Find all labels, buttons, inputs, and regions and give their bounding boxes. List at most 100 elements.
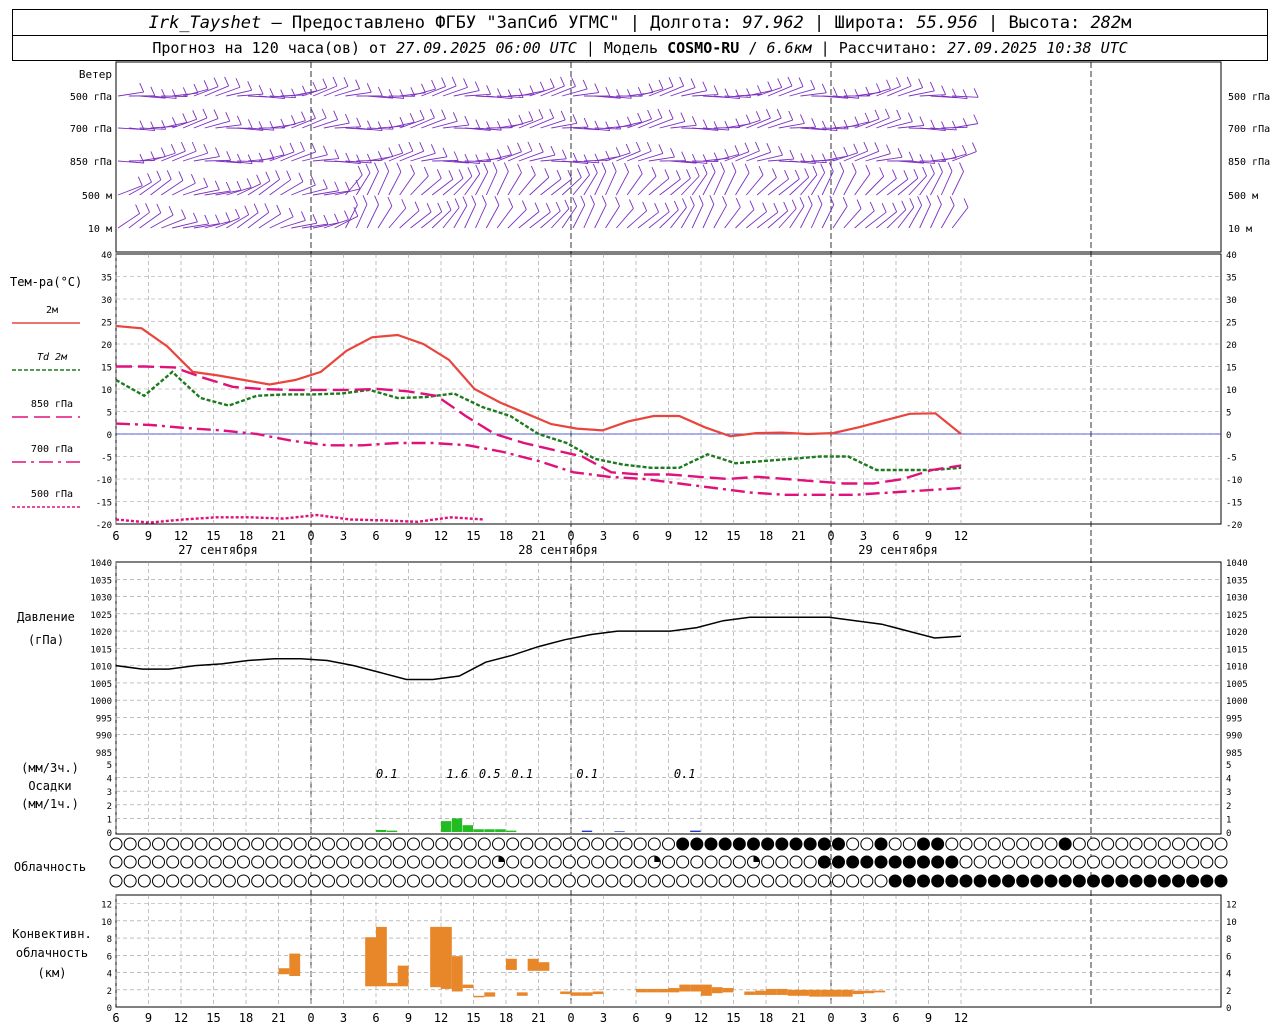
cloud-symbol xyxy=(1044,874,1058,888)
hour-tick-label: 9 xyxy=(665,529,672,543)
convective-bar xyxy=(462,984,474,989)
cloud-symbol-circle xyxy=(789,874,803,888)
cloud-symbol xyxy=(407,874,420,888)
convective-bar xyxy=(776,988,788,995)
wind-barb-flag xyxy=(749,200,755,210)
cloud-symbol-circle xyxy=(662,855,675,869)
wind-barb-flag xyxy=(930,154,936,164)
cloud-symbol xyxy=(1129,855,1143,869)
cloud-symbol-circle xyxy=(449,874,463,888)
cloud-symbol xyxy=(562,855,576,869)
pressure-tick-left: 990 xyxy=(96,732,112,742)
wind-barb xyxy=(172,221,198,229)
hour-tick-label-bottom: 12 xyxy=(954,1011,968,1024)
wind-barb-flag xyxy=(637,164,643,174)
convective-bar xyxy=(289,953,301,976)
cloud-symbol xyxy=(123,874,137,888)
hour-tick-label: 0 xyxy=(567,529,574,543)
cloud-symbol xyxy=(279,837,293,851)
cloud-symbol-circle xyxy=(1200,837,1214,851)
convective-bar xyxy=(516,992,528,996)
wind-barb-flag xyxy=(560,76,565,87)
hour-tick-label-bottom: 3 xyxy=(340,1011,347,1024)
wind-barb-flag xyxy=(441,77,446,87)
wind-barb-flag xyxy=(722,196,727,206)
precip-tick-right: 2 xyxy=(1226,802,1231,812)
cloud-symbol-circle xyxy=(279,855,293,869)
cloud-symbol xyxy=(421,874,435,888)
wind-barb xyxy=(778,86,804,97)
wind-barb-flag xyxy=(430,108,435,119)
hour-tick-label: 21 xyxy=(791,529,805,543)
cloud-symbol xyxy=(817,855,831,869)
wind-barb-flag xyxy=(150,121,156,131)
hour-tick-label-bottom: 18 xyxy=(759,1011,773,1024)
pressure-tick-right: 1005 xyxy=(1226,680,1248,690)
cloud-symbol xyxy=(902,855,916,869)
cloud-symbol-circle xyxy=(577,874,590,888)
temp-tick-left: 40 xyxy=(101,251,112,261)
hour-tick-label-bottom: 6 xyxy=(892,1011,899,1024)
wind-barb-flag xyxy=(409,113,415,123)
wind-barb-flag xyxy=(481,195,487,205)
cloud-symbol-circle xyxy=(704,874,718,888)
wind-barb-flag xyxy=(494,196,500,206)
cloud-symbol-circle xyxy=(931,855,945,869)
wind-barb-flag xyxy=(689,196,695,206)
cloud-symbol xyxy=(477,837,491,851)
wind-barb xyxy=(399,210,420,229)
wind-barb-flag xyxy=(601,195,607,205)
cloud-symbol-circle xyxy=(1143,855,1157,869)
cloud-symbol xyxy=(279,855,293,869)
hour-tick-label: 3 xyxy=(860,529,867,543)
wind-barb-flag xyxy=(810,79,816,90)
wind-barb-flag xyxy=(247,81,253,91)
cloud-symbol-circle xyxy=(123,855,137,869)
wind-barb-flag xyxy=(724,120,730,131)
wind-barb xyxy=(496,171,509,196)
cloud-symbol-circle xyxy=(506,874,520,888)
wind-level-label: 500 гПа xyxy=(70,92,112,103)
wind-barb-flag xyxy=(311,142,317,153)
pressure-tick-left: 1025 xyxy=(90,611,112,621)
wind-barb xyxy=(464,204,477,229)
wind-barb-flag xyxy=(467,167,473,177)
cloud-symbol xyxy=(1200,855,1214,869)
cloud-symbol-circle xyxy=(307,837,321,851)
cloud-symbol-circle xyxy=(803,855,817,869)
wind-barb xyxy=(605,171,617,196)
wind-barb-flag xyxy=(244,205,250,215)
wind-barb-flag xyxy=(362,195,368,205)
cloud-symbol xyxy=(817,874,831,888)
cloud-symbol xyxy=(704,837,718,851)
wind-barb xyxy=(540,178,562,196)
cloud-symbol-circle xyxy=(421,874,435,888)
wind-barb-flag xyxy=(949,196,955,206)
cloud-symbol-circle xyxy=(180,874,194,888)
cloud-symbol xyxy=(1072,855,1086,869)
wind-barb xyxy=(431,178,454,196)
wind-barb xyxy=(399,173,415,196)
cloud-symbol xyxy=(860,874,874,888)
cloud-symbol xyxy=(208,855,222,869)
cloud-symbol xyxy=(973,837,987,851)
precip-tick-left: 1 xyxy=(107,815,112,825)
pressure-tick-left: 1000 xyxy=(90,697,112,707)
wind-barb-flag xyxy=(936,195,942,205)
wind-barb xyxy=(680,205,695,229)
cloud-symbol xyxy=(492,874,505,888)
wind-barb-flag xyxy=(670,147,675,158)
cloud-symbol-circle xyxy=(548,874,562,888)
wind-barb xyxy=(865,211,887,229)
conv-tick-left: 12 xyxy=(101,901,112,911)
cloud-symbol xyxy=(917,855,930,869)
cloud-symbol xyxy=(137,874,151,888)
wind-barb-flag xyxy=(258,84,264,95)
cloud-symbol-circle xyxy=(1058,874,1072,888)
cloud-symbol xyxy=(747,874,760,888)
wind-barb-flag xyxy=(560,110,566,121)
cloud-symbol-circle xyxy=(917,837,930,851)
cloud-symbol-circle xyxy=(690,855,704,869)
convective-bar xyxy=(636,988,647,993)
convective-bar xyxy=(430,926,441,988)
